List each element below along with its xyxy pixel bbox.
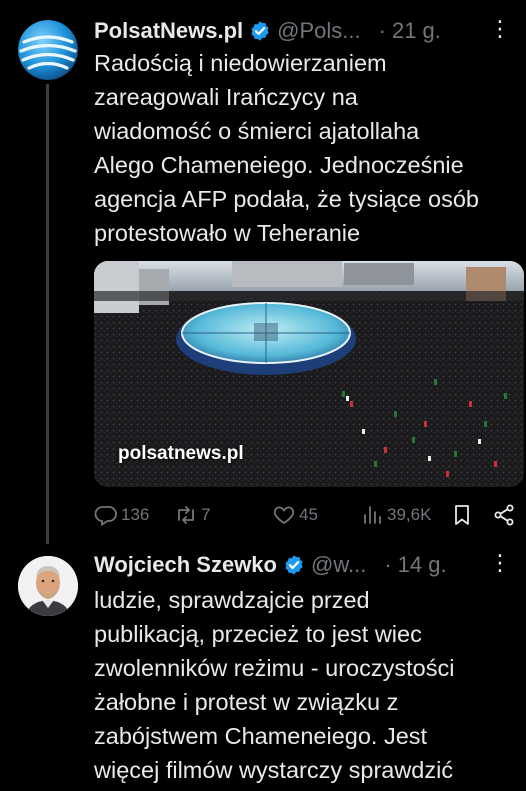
repost-button[interactable]: 7 <box>174 500 210 530</box>
repost-count: 7 <box>201 505 211 524</box>
avatar-polsatnews[interactable] <box>18 20 78 80</box>
bookmark-button[interactable] <box>450 500 477 530</box>
tweet-header: Wojciech Szewko @w... · 14 g. ⋮ <box>94 550 514 580</box>
tweet-wojciech-szewko[interactable]: Wojciech Szewko @w... · 14 g. ⋮ ludzie, … <box>0 540 526 791</box>
more-options-icon[interactable]: ⋮ <box>489 16 512 42</box>
timestamp[interactable]: 21 g. <box>392 18 441 44</box>
verified-badge-icon <box>285 555 303 575</box>
views-chart-icon <box>364 506 381 524</box>
separator-dot: · <box>378 18 386 43</box>
tweet-actions-bar: 136 7 45 39,6K <box>94 500 524 530</box>
share-button[interactable] <box>492 500 519 530</box>
avatar-wojciech-szewko[interactable] <box>18 556 78 616</box>
separator-dot: · <box>384 552 392 577</box>
views-button[interactable]: 39,6K <box>360 500 431 530</box>
tweet-polsatnews[interactable]: PolsatNews.pl @Pols... · 21 g. ⋮ Radości… <box>0 0 526 544</box>
like-count: 45 <box>299 505 318 524</box>
tweet-text: ludzie, sprawdzajcie przed publikacją, p… <box>94 587 455 783</box>
tweet-media-image[interactable]: polsatnews.pl <box>94 261 524 487</box>
author-handle[interactable]: @Pols... <box>277 18 360 44</box>
bookmark-icon <box>455 505 469 525</box>
reply-icon <box>94 506 117 527</box>
timestamp[interactable]: 14 g. <box>398 552 447 578</box>
views-count: 39,6K <box>387 505 432 524</box>
profile-photo <box>18 556 78 616</box>
tweet-header: PolsatNews.pl @Pols... · 21 g. ⋮ <box>94 16 514 46</box>
author-name[interactable]: Wojciech Szewko <box>94 552 277 578</box>
more-options-icon[interactable]: ⋮ <box>489 550 512 576</box>
repost-icon <box>178 506 194 524</box>
reply-button[interactable]: 136 <box>94 500 149 530</box>
polsat-globe-icon <box>18 20 78 80</box>
share-icon <box>494 504 514 526</box>
author-name[interactable]: PolsatNews.pl <box>94 18 243 44</box>
media-watermark: polsatnews.pl <box>118 443 244 464</box>
thread-connector-line <box>46 84 49 544</box>
tweet-text: Radością i niedowierzaniem zareagowali I… <box>94 50 479 246</box>
author-handle[interactable]: @w... <box>311 552 366 578</box>
heart-icon <box>273 506 295 525</box>
like-button[interactable]: 45 <box>272 500 318 530</box>
reply-count: 136 <box>121 505 150 524</box>
verified-badge-icon <box>251 21 269 41</box>
